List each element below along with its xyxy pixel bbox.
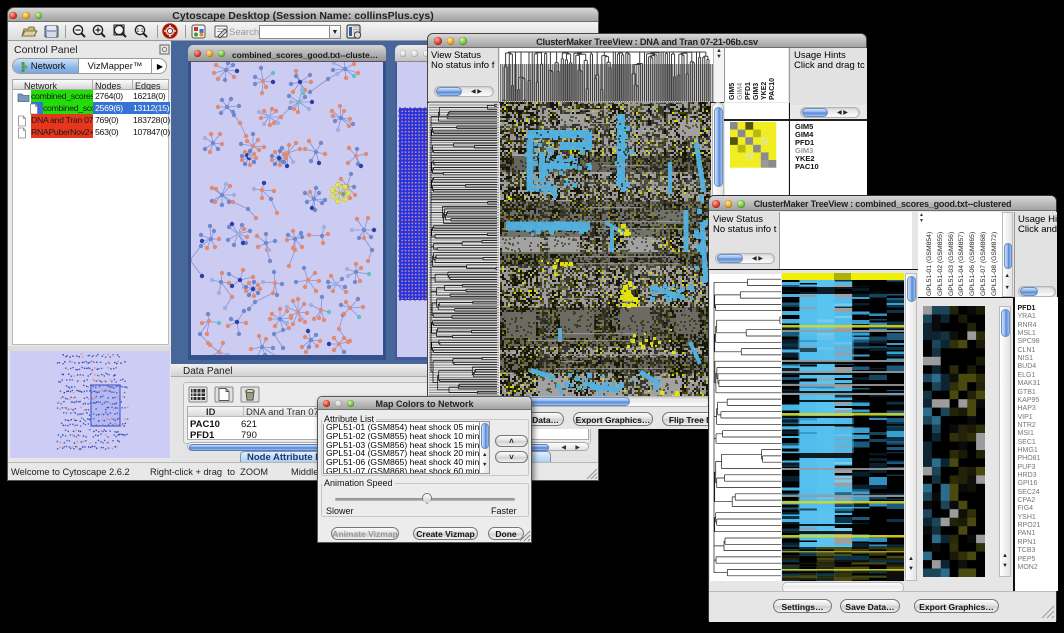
svg-text:1:1: 1:1 (137, 28, 144, 34)
